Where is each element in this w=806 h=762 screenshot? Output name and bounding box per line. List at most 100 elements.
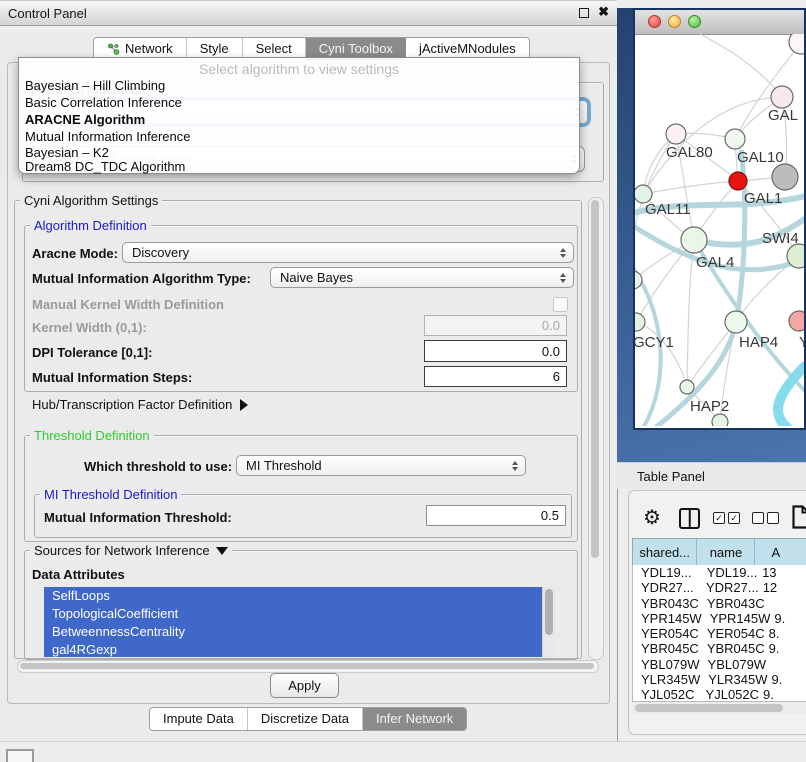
node-hap4[interactable]	[725, 311, 747, 333]
node-label: GCY1	[635, 334, 674, 351]
minimize-window-icon[interactable]	[668, 15, 681, 28]
node-label: GAL	[768, 107, 798, 124]
manual-kernel-width-label: Manual Kernel Width Definition	[32, 297, 224, 312]
table-row[interactable]: YBR043CYBR043C	[633, 596, 806, 611]
node[interactable]	[712, 414, 728, 426]
network-canvas[interactable]: GAL GAL80 GAL10 GAL1 GAL11 SWI4 GAL4 GCY…	[635, 34, 804, 426]
dropdown-item[interactable]: Dream8 DC_TDC Algorithm	[23, 158, 185, 175]
list-item[interactable]: BetweennessCentrality	[44, 623, 556, 641]
data-attributes-label: Data Attributes	[32, 567, 125, 582]
table-row[interactable]: YER054CYER054C8.	[633, 626, 806, 641]
application-root: Control Panel ✖ Network Style Select Cyn…	[0, 0, 806, 762]
node-gal10[interactable]	[725, 129, 745, 149]
node-salmon[interactable]	[789, 311, 804, 331]
dropdown-item-selected[interactable]: ARACNE Algorithm	[23, 111, 145, 128]
cell: YDR27...	[633, 580, 698, 595]
scrollbar-thumb[interactable]	[635, 704, 783, 712]
cell: YDR27...	[698, 580, 759, 595]
tab-infer-network[interactable]: Infer Network	[363, 708, 466, 730]
table-row[interactable]: YBR045CYBR045C9.	[633, 641, 806, 656]
data-attributes-list[interactable]: SelfLoops TopologicalCoefficient Between…	[44, 587, 556, 657]
table-row[interactable]: YJL052CYJL052C9.	[633, 687, 806, 701]
aracne-mode-combo[interactable]: Discovery	[122, 242, 574, 263]
settings-horizontal-scrollbar[interactable]	[17, 660, 599, 673]
mi-algorithm-type-combo[interactable]: Naive Bayes	[270, 267, 574, 288]
dpi-tolerance-field[interactable]: 0.0	[424, 340, 567, 362]
gear-icon[interactable]: ⚙	[643, 505, 661, 530]
node[interactable]	[771, 86, 793, 108]
collapsed-panel-icon[interactable]	[6, 749, 34, 762]
aracne-mode-value: Discovery	[132, 245, 189, 260]
mi-threshold-value: 0.5	[541, 508, 559, 523]
table-row[interactable]: YDL19...YDL19...13	[633, 565, 806, 580]
apply-button[interactable]: Apply	[270, 673, 339, 698]
table-header: shared... name A	[632, 538, 806, 566]
node-gal4[interactable]	[681, 227, 707, 253]
column-header-name[interactable]: name	[697, 539, 755, 565]
node[interactable]	[789, 34, 804, 54]
dropdown-item[interactable]: Mutual Information Inference	[23, 128, 190, 145]
combo-stepper-icon	[560, 273, 566, 283]
node-gal80[interactable]	[666, 124, 686, 144]
dropdown-item[interactable]: Bayesian – Hill Climbing	[23, 77, 165, 94]
tab-impute-data[interactable]: Impute Data	[150, 708, 248, 730]
which-threshold-label: Which threshold to use:	[84, 459, 232, 474]
mi-steps-value: 6	[553, 369, 560, 384]
kernel-width-field[interactable]: 0.0	[424, 315, 567, 336]
table-row[interactable]: YDR27...YDR27...12	[633, 580, 806, 595]
which-threshold-combo[interactable]: MI Threshold	[236, 455, 526, 476]
settings-vertical-scrollbar[interactable]	[588, 197, 604, 660]
dropdown-item[interactable]: Basic Correlation Inference	[23, 94, 182, 111]
table-row[interactable]: YLR345WYLR345W9.	[633, 672, 806, 687]
show-columns-icon[interactable]: ✓✓	[713, 512, 740, 524]
list-vertical-scrollbar[interactable]	[542, 587, 556, 657]
cell: YBR045C	[633, 641, 699, 656]
node-gcy1[interactable]	[635, 313, 645, 331]
split-columns-icon[interactable]	[679, 508, 700, 529]
manual-kernel-width-checkbox[interactable]	[553, 297, 568, 312]
close-panel-icon[interactable]: ✖	[598, 4, 609, 20]
node-label: HAP4	[739, 334, 778, 351]
column-header-shared-name[interactable]: shared...	[633, 539, 697, 565]
scrollbar-thumb[interactable]	[20, 663, 594, 670]
cyni-algorithm-settings-title: Cyni Algorithm Settings	[20, 193, 162, 208]
column-header-cut[interactable]: A	[755, 539, 806, 565]
list-item[interactable]: SelfLoops	[44, 587, 556, 605]
apply-button-label: Apply	[288, 678, 321, 693]
cell: YLR345W	[700, 672, 767, 687]
mi-steps-field[interactable]: 6	[424, 366, 567, 387]
tab-discretize-data[interactable]: Discretize Data	[248, 708, 363, 730]
node-label: GAL80	[666, 144, 713, 161]
cell: 13	[758, 565, 806, 580]
network-window-titlebar[interactable]	[635, 10, 804, 35]
node-selected-gray[interactable]	[772, 164, 798, 190]
cell: YPR145W	[702, 611, 771, 626]
collapse-arrow-icon	[216, 547, 228, 555]
close-window-icon[interactable]	[648, 15, 661, 28]
combo-stepper-icon	[560, 248, 566, 258]
list-item[interactable]: gal4RGexp	[44, 641, 556, 657]
mi-threshold-field[interactable]: 0.5	[426, 505, 566, 526]
column-header-label: shared...	[639, 545, 690, 560]
scrollbar-thumb[interactable]	[591, 200, 599, 558]
sources-group-header[interactable]: Sources for Network Inference	[30, 543, 232, 558]
table-horizontal-scrollbar[interactable]	[632, 701, 806, 714]
node-label: SWI4	[762, 230, 799, 247]
cell: 12	[759, 580, 806, 595]
scrollbar-thumb[interactable]	[545, 589, 553, 635]
table-panel-titlebar: Table Panel	[617, 462, 806, 489]
dpi-tolerance-label: DPI Tolerance [0,1]:	[32, 345, 152, 360]
table-row[interactable]: YBL079WYBL079W	[633, 657, 806, 672]
node-hap2[interactable]	[680, 380, 694, 394]
document-icon[interactable]	[792, 505, 806, 529]
list-item[interactable]: TopologicalCoefficient	[44, 605, 556, 623]
float-window-icon[interactable]	[579, 8, 589, 18]
hub-definition-expander[interactable]: Hub/Transcription Factor Definition	[32, 397, 248, 412]
control-panel-titlebar: Control Panel ✖	[0, 0, 617, 26]
hide-columns-icon[interactable]	[752, 512, 779, 524]
table-row[interactable]: YPR145WYPR145W9.	[633, 611, 806, 626]
cell: YLR345W	[633, 672, 700, 687]
algorithm-dropdown-popup: Select algorithm to view settings Bayesi…	[18, 57, 580, 174]
node-gal1-red[interactable]	[729, 172, 747, 190]
zoom-window-icon[interactable]	[688, 15, 701, 28]
